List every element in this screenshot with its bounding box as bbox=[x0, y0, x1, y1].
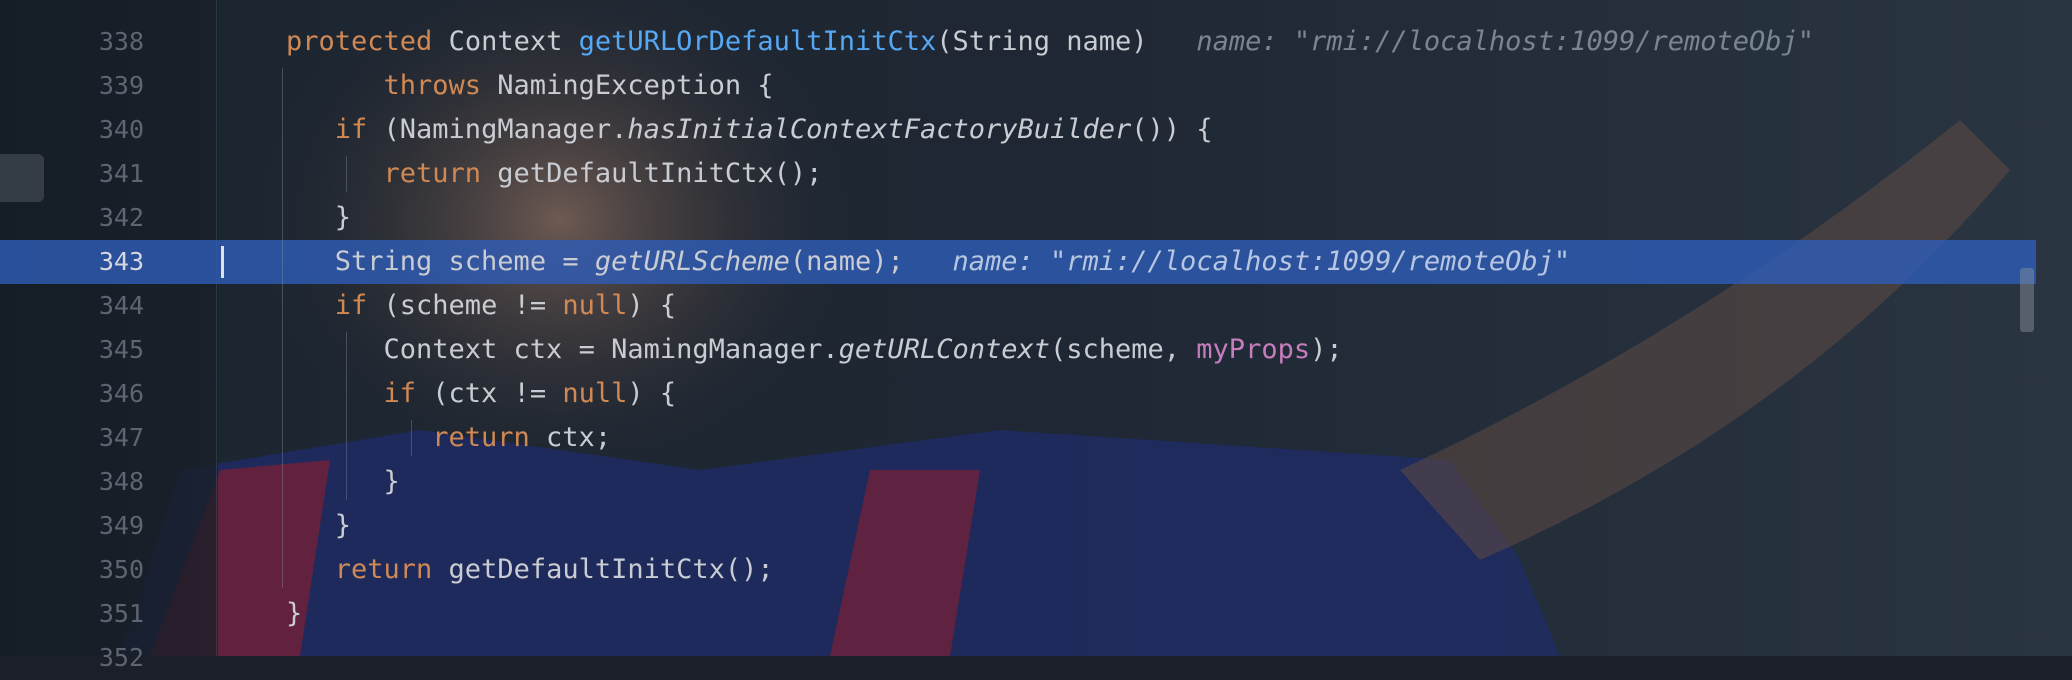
code-line[interactable]: 342} bbox=[0, 196, 2036, 240]
code-text[interactable]: if (ctx != null) { bbox=[384, 372, 677, 416]
code-line[interactable]: 338 protected Context getURLOrDefaultInit… bbox=[0, 20, 2036, 64]
code-text[interactable]: return getDefaultInitCtx(); bbox=[384, 152, 823, 196]
line-number: 350 bbox=[98, 555, 144, 584]
indent-guide bbox=[411, 420, 412, 456]
static-call-token: getURLScheme bbox=[594, 246, 790, 277]
keyword-token: null bbox=[562, 290, 628, 321]
indent-guide bbox=[346, 332, 347, 500]
code-text[interactable]: } bbox=[335, 504, 351, 548]
code-text[interactable]: return ctx; bbox=[432, 416, 611, 460]
keyword-token: if bbox=[383, 378, 433, 409]
code-token: (scheme, bbox=[1049, 334, 1197, 365]
code-line[interactable]: 346 if (ctx != null) { bbox=[0, 372, 2036, 416]
code-line[interactable]: 350 return getDefaultInitCtx(); bbox=[0, 548, 2036, 592]
inline-debug-value: name: "rmi://localhost:1099/remoteObj" bbox=[1147, 26, 1815, 57]
code-text[interactable]: String scheme = getURLScheme(name); name… bbox=[335, 240, 1570, 284]
current-execution-line[interactable]: 343 String scheme = getURLScheme(name); n… bbox=[0, 240, 2036, 284]
code-token: ()) { bbox=[1131, 114, 1213, 145]
line-number: 339 bbox=[98, 71, 144, 100]
code-line[interactable]: 349} bbox=[0, 504, 2036, 548]
field-token: myProps bbox=[1196, 334, 1311, 365]
line-number: 346 bbox=[98, 379, 144, 408]
line-number: 348 bbox=[98, 467, 144, 496]
code-text[interactable]: throws NamingException { bbox=[384, 64, 774, 108]
line-number: 343 bbox=[98, 247, 144, 276]
code-line[interactable]: 344 if (scheme != null) { bbox=[0, 284, 2036, 328]
code-line[interactable]: 352 bbox=[0, 636, 2036, 680]
code-text[interactable]: protected Context getURLOrDefaultInitCtx… bbox=[286, 20, 1814, 64]
static-call-token: getURLContext bbox=[838, 334, 1050, 365]
line-number: 340 bbox=[98, 115, 144, 144]
code-token: Context bbox=[448, 26, 579, 57]
code-token: } bbox=[286, 598, 303, 629]
code-text[interactable]: return getDefaultInitCtx(); bbox=[335, 548, 774, 592]
keyword-token: throws bbox=[383, 70, 498, 101]
indent-guide bbox=[346, 156, 347, 192]
code-token: (ctx != bbox=[432, 378, 563, 409]
keyword-token: if bbox=[334, 290, 384, 321]
code-token: (name); bbox=[789, 246, 904, 277]
code-line[interactable]: 347 return ctx; bbox=[0, 416, 2036, 460]
code-token: getDefaultInitCtx(); bbox=[497, 158, 823, 189]
code-token: getDefaultInitCtx(); bbox=[448, 554, 774, 585]
code-text[interactable]: } bbox=[384, 460, 400, 504]
indent-guide bbox=[282, 68, 283, 588]
code-token: (String name) bbox=[936, 26, 1148, 57]
code-text[interactable]: Context ctx = NamingManager.getURLContex… bbox=[384, 328, 1343, 372]
code-token: String scheme = bbox=[334, 246, 595, 277]
code-line[interactable]: 348} bbox=[0, 460, 2036, 504]
static-call-token: hasInitialContextFactoryBuilder bbox=[627, 114, 1132, 145]
code-line[interactable]: 345 Context ctx = NamingManager.getURLCon… bbox=[0, 328, 2036, 372]
keyword-token: null bbox=[562, 378, 628, 409]
code-token: ) { bbox=[627, 378, 677, 409]
line-number: 341 bbox=[98, 159, 144, 188]
line-number: 349 bbox=[98, 511, 144, 540]
code-token: ); bbox=[1310, 334, 1343, 365]
code-token: (NamingManager. bbox=[383, 114, 628, 145]
code-token: } bbox=[334, 510, 352, 541]
inline-debug-value: name: "rmi://localhost:1099/remoteObj" bbox=[903, 246, 1571, 277]
keyword-token: return bbox=[383, 158, 498, 189]
code-text[interactable]: } bbox=[335, 196, 351, 240]
code-line[interactable]: 339 throws NamingException { bbox=[0, 64, 2036, 108]
line-number: 352 bbox=[98, 643, 144, 672]
code-token: Context ctx = NamingManager. bbox=[383, 334, 839, 365]
line-number: 342 bbox=[98, 203, 144, 232]
text-caret bbox=[221, 246, 224, 278]
code-text[interactable]: } bbox=[286, 592, 302, 636]
code-line[interactable]: 340 if (NamingManager.hasInitialContextFa… bbox=[0, 108, 2036, 152]
code-token: } bbox=[383, 466, 400, 497]
code-token: ctx; bbox=[546, 422, 612, 453]
keyword-token: protected bbox=[286, 26, 449, 57]
method-name-token: getURLOrDefaultInitCtx bbox=[578, 26, 937, 57]
keyword-token: return bbox=[334, 554, 449, 585]
line-number: 351 bbox=[98, 599, 144, 628]
code-line[interactable]: 341 return getDefaultInitCtx(); bbox=[0, 152, 2036, 196]
line-number: 344 bbox=[98, 291, 144, 320]
line-number: 345 bbox=[98, 335, 144, 364]
line-number: 347 bbox=[98, 423, 144, 452]
scrollbar-thumb[interactable] bbox=[2020, 268, 2034, 332]
code-token: ) { bbox=[627, 290, 677, 321]
code-text[interactable]: if (NamingManager.hasInitialContextFacto… bbox=[335, 108, 1213, 152]
keyword-token: if bbox=[334, 114, 384, 145]
code-line[interactable]: 351} bbox=[0, 592, 2036, 636]
code-text[interactable]: if (scheme != null) { bbox=[335, 284, 676, 328]
code-token: (scheme != bbox=[383, 290, 563, 321]
keyword-token: return bbox=[432, 422, 547, 453]
line-number: 338 bbox=[98, 27, 144, 56]
code-token: } bbox=[334, 202, 352, 233]
code-token: NamingException { bbox=[497, 70, 774, 101]
